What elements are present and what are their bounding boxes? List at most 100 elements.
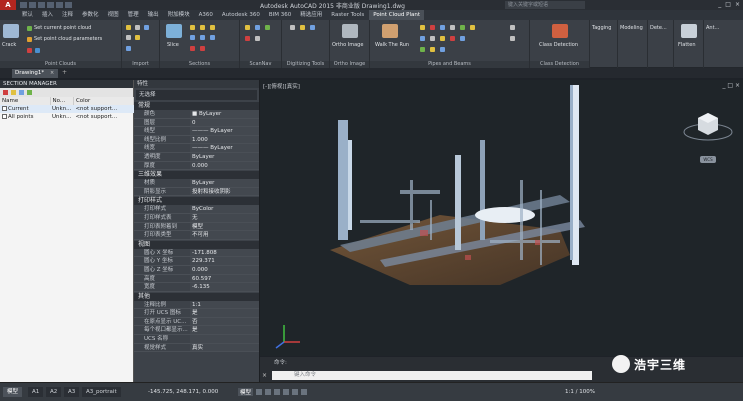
property-value[interactable]: ByColor — [190, 205, 259, 213]
crack-icon[interactable] — [3, 24, 19, 38]
command-input[interactable]: 键入命令 — [272, 371, 592, 380]
section-f-icon[interactable] — [210, 35, 215, 40]
column-header-color[interactable]: Color — [73, 97, 135, 105]
property-value[interactable]: 0 — [190, 118, 259, 127]
row-checkbox[interactable] — [2, 106, 7, 111]
property-row[interactable]: 视觉样式 真实 — [134, 343, 259, 353]
modeling-label[interactable]: Modeling — [620, 25, 643, 31]
property-row[interactable]: 注释比例 1:1 — [134, 300, 259, 310]
property-section-header[interactable]: 视图 — [134, 240, 259, 249]
property-row[interactable]: 打开 UCS 图标 是 — [134, 309, 259, 318]
ortho-icon[interactable] — [274, 389, 280, 395]
property-value[interactable]: 不可用 — [190, 231, 259, 239]
set-current-point-cloud-button[interactable]: Set current point cloud — [34, 25, 91, 31]
annotation-scale[interactable]: 1:1 / 100% — [565, 389, 595, 395]
property-row[interactable]: 阴影显示 投射和接收阴影 — [134, 187, 259, 197]
walk-the-run-icon[interactable] — [382, 24, 398, 38]
ribbon-tab[interactable]: Point Cloud Plant — [369, 10, 425, 20]
pipe-reducer-icon[interactable] — [450, 25, 455, 30]
section-a-icon[interactable] — [190, 25, 195, 30]
otrack-icon[interactable] — [301, 389, 307, 395]
close-icon[interactable]: × — [262, 372, 267, 379]
viewport-label[interactable]: [-][俯视][真实] — [263, 82, 300, 90]
property-row[interactable]: UCS 名称 — [134, 335, 259, 344]
digitize-line-icon[interactable] — [290, 25, 295, 30]
property-row[interactable]: 打印表附着到 模型 — [134, 222, 259, 232]
pipe-g-icon[interactable] — [420, 47, 425, 52]
detection-label[interactable]: Dete... — [650, 25, 667, 31]
property-row[interactable]: 线型 ——— ByLayer — [134, 127, 259, 136]
drawing-viewport[interactable]: WCS [-][俯视][真实] _ □ × — [260, 80, 743, 356]
add-tab-icon[interactable]: + — [62, 69, 67, 76]
property-value[interactable]: 1:1 — [190, 300, 259, 309]
property-row[interactable]: 高度 60.597 — [134, 274, 259, 284]
undo-icon[interactable] — [56, 2, 63, 8]
ortho-image-icon[interactable] — [342, 24, 358, 38]
property-value[interactable]: 投射和接收阴影 — [190, 187, 259, 196]
layout-tab[interactable]: 模型 — [3, 387, 23, 397]
polar-icon[interactable] — [283, 389, 289, 395]
class-detection-icon[interactable] — [552, 24, 568, 38]
property-row[interactable]: 透明度 ByLayer — [134, 152, 259, 162]
import-scan-icon[interactable] — [135, 25, 140, 30]
slice-button[interactable]: Slice — [167, 42, 179, 48]
scannav-grid-icon[interactable] — [255, 36, 260, 41]
maximize-icon[interactable]: □ — [725, 1, 731, 8]
column-header-name[interactable]: Name — [0, 97, 51, 105]
property-value[interactable]: ByLayer — [190, 152, 259, 161]
crack-button[interactable]: Crack — [2, 42, 16, 48]
column-header-num[interactable]: No... — [50, 97, 74, 105]
model-space-toggle[interactable]: 模型 — [238, 388, 254, 396]
snap-icon[interactable] — [265, 389, 271, 395]
layout-tab[interactable]: A3_portrait — [82, 387, 121, 397]
ribbon-tab[interactable]: 输出 — [144, 10, 163, 20]
refresh-icon[interactable] — [27, 90, 32, 95]
property-row[interactable]: 打印样式 ByColor — [134, 205, 259, 214]
property-section-header[interactable]: 其他 — [134, 292, 259, 301]
new-icon[interactable] — [20, 2, 27, 8]
redo-icon[interactable] — [65, 2, 72, 8]
import-pts-icon[interactable] — [126, 46, 131, 51]
app-menu-button[interactable]: A — [0, 0, 16, 10]
filter-icon[interactable] — [27, 48, 32, 53]
add-icon[interactable] — [11, 90, 16, 95]
ribbon-tab[interactable]: 管理 — [124, 10, 143, 20]
import-icon[interactable] — [126, 25, 131, 30]
ribbon-tab[interactable]: 附加模块 — [164, 10, 194, 20]
property-value[interactable]: 是 — [190, 326, 259, 335]
ribbon-tab[interactable]: 视图 — [104, 10, 123, 20]
property-row[interactable]: 线宽 ——— ByLayer — [134, 144, 259, 153]
ribbon-tab[interactable]: 参数化 — [78, 10, 103, 20]
pipe-f-icon[interactable] — [460, 36, 465, 41]
section-g-icon[interactable] — [190, 46, 195, 51]
save-icon[interactable] — [38, 2, 45, 8]
layout-tab[interactable]: A2 — [46, 387, 62, 397]
ribbon-tab[interactable]: 默认 — [18, 10, 37, 20]
digitize-plane-icon[interactable] — [310, 25, 315, 30]
pipe-elbow-icon[interactable] — [430, 25, 435, 30]
viewport-controls[interactable]: _ □ × — [722, 82, 740, 89]
pipe-i-icon[interactable] — [440, 47, 445, 52]
tagging-label[interactable]: Tagging — [592, 25, 611, 31]
beam-icon[interactable] — [470, 25, 475, 30]
property-row[interactable]: 打印样式表 无 — [134, 213, 259, 223]
property-value[interactable]: 229.371 — [190, 257, 259, 265]
property-row[interactable]: 图层 0 — [134, 118, 259, 128]
flatten-icon[interactable] — [681, 24, 697, 38]
pipe-b-icon[interactable] — [420, 36, 425, 41]
scannav-mark-icon[interactable] — [245, 36, 250, 41]
property-row[interactable]: 在原点显示 UC... 否 — [134, 317, 259, 327]
import-rcp-icon[interactable] — [144, 25, 149, 30]
viewcube[interactable]: WCS — [683, 113, 733, 163]
pipe-e-icon[interactable] — [450, 36, 455, 41]
property-value[interactable]: 是 — [190, 309, 259, 317]
pipe-j-icon[interactable] — [510, 25, 515, 30]
property-value[interactable]: -171.808 — [190, 248, 259, 257]
row-checkbox[interactable] — [2, 114, 7, 119]
ortho-image-button[interactable]: Ortho Image — [332, 42, 363, 48]
property-value[interactable]: 否 — [190, 317, 259, 326]
flatten-button[interactable]: Flatten — [678, 42, 696, 48]
saveas-icon[interactable] — [47, 2, 54, 8]
property-value[interactable]: ByLayer — [190, 179, 259, 187]
property-row[interactable]: 宽度 -6.135 — [134, 283, 259, 292]
